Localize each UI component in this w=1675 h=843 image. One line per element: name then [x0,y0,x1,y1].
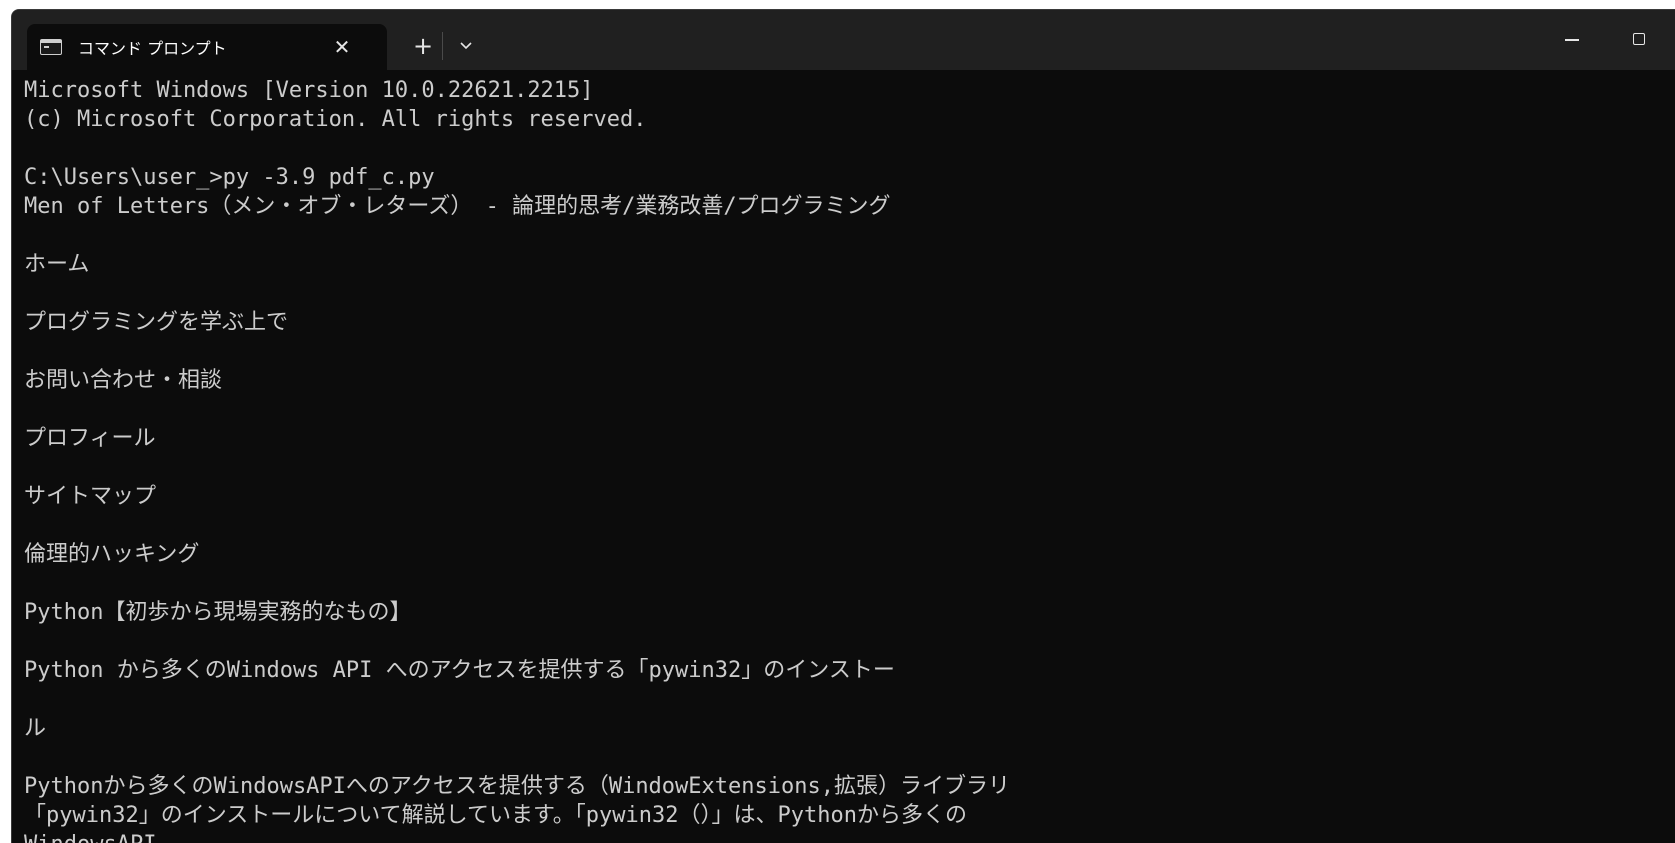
minimize-icon [1565,39,1579,41]
console-line: 倫理的ハッキング [24,542,200,567]
console-line: WindowsAPI [24,830,1675,843]
console-icon [40,39,62,55]
console-line: Python から多くのWindows API へのアクセスを提供する「pywi… [24,658,895,683]
console-line: Microsoft Windows [Version 10.0.22621.22… [24,78,594,103]
console-line: Pythonから多くのWindowsAPIへのアクセスを提供する（WindowE… [24,774,1010,799]
close-tab-icon[interactable]: ✕ [331,36,353,58]
console-line: 「pywin32」のインストールについて解説しています。「pywin32（）」は… [24,803,967,828]
console-line: Men of Letters（メン・オブ・レターズ） - 論理的思考/業務改善/… [24,194,891,219]
console-output[interactable]: Microsoft Windows [Version 10.0.22621.22… [24,76,1675,843]
dropdown-chevron-icon[interactable] [450,30,482,62]
console-line: お問い合わせ・相談 [24,368,223,393]
tab-title: コマンド プロンプト [78,39,227,58]
title-bar: コマンド プロンプト ✕ + [12,10,1675,70]
maximize-icon [1633,33,1645,45]
console-line: サイトマップ [24,484,157,509]
maximize-button[interactable] [1616,24,1662,56]
minimize-button[interactable] [1548,24,1594,56]
tab-divider [442,32,443,60]
console-line: プログラミングを学ぶ上で [24,310,289,335]
tab-command-prompt[interactable]: コマンド プロンプト ✕ [27,24,387,70]
console-line: ル [24,716,47,741]
console-line: ホーム [24,252,90,277]
console-line: Python【初歩から現場実務的なもの】 [24,600,412,625]
terminal-window: コマンド プロンプト ✕ + Microsoft Windows [Versio… [11,9,1675,843]
console-line: C:\Users\user_>py -3.9 pdf_c.py [24,165,435,190]
console-line: (c) Microsoft Corporation. All rights re… [24,107,647,132]
console-line: プロフィール [24,426,156,451]
new-tab-button[interactable]: + [407,30,439,62]
